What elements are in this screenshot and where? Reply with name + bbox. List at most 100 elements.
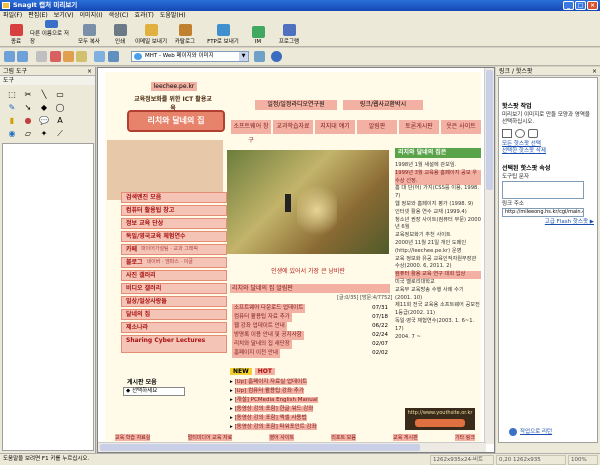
site-tab[interactable]: 알림판	[357, 120, 397, 134]
pencil-icon[interactable]: ✎	[6, 102, 18, 113]
close-icon[interactable]: ×	[592, 67, 597, 76]
select-icon[interactable]: ⬚	[6, 89, 18, 100]
tooltip-input[interactable]	[502, 181, 584, 199]
options-icon[interactable]	[254, 51, 265, 62]
list-item[interactable]: 홈페이지 이전 안내 02/02	[230, 349, 390, 358]
site-menu-item[interactable]: 비디오 갤러리	[121, 283, 227, 294]
site-tab[interactable]: 토론게시판	[399, 120, 439, 134]
close-button[interactable]: ×	[587, 1, 598, 10]
ftp-button[interactable]: FTP로 보내기	[202, 20, 244, 47]
menu-color[interactable]: 색상(C)	[109, 11, 129, 20]
list-item[interactable]: ▸ [동영상 강의 포함] 엑셀 사용법	[230, 414, 390, 423]
help-icon[interactable]	[271, 51, 282, 62]
exit-button[interactable]: 종료	[2, 20, 30, 47]
site-menu-item[interactable]: 일상/일상사랑들	[121, 296, 227, 307]
program-button[interactable]: 프로그램	[272, 20, 306, 47]
site-logo[interactable]: 리치와 달네의 집	[127, 110, 225, 132]
site-menu-item[interactable]: 컴퓨터 활용팁 창고	[121, 205, 227, 216]
list-item[interactable]: 리치와 달네의 집 새단장 02/07	[230, 340, 390, 349]
site-menu-item[interactable]: 정보 교육 단상	[121, 218, 227, 229]
menu-effects[interactable]: 효과(T)	[134, 11, 153, 20]
list-item[interactable]: ▸ [동영상 강의 포함] 한글 워드 강좌	[230, 405, 390, 414]
site-menu-item[interactable]: 사진 갤러리	[121, 270, 227, 281]
undo-icon[interactable]	[36, 51, 47, 62]
zoom-out-icon[interactable]	[17, 51, 28, 62]
close-icon[interactable]: ×	[87, 67, 92, 76]
menu-image[interactable]: 이미지(I)	[80, 11, 103, 20]
youthsite-banner[interactable]: http://www.youthsite.or.kr	[405, 408, 475, 430]
advanced-flash-link[interactable]: 고급 Flash 핫스팟 ▶	[502, 219, 594, 226]
eraser-icon[interactable]: ▱	[22, 128, 34, 139]
horizontal-scrollbar[interactable]	[98, 442, 486, 452]
crop-icon[interactable]: ✂	[22, 89, 34, 100]
site-tab[interactable]: 교과학습자료	[273, 120, 313, 134]
line-icon[interactable]: ╲	[38, 89, 50, 100]
menu-view[interactable]: 보기(V)	[54, 11, 74, 20]
eyedropper-icon[interactable]: ⟋	[54, 128, 66, 139]
site-menu-item[interactable]: 블로그 네이버 · 엠파스 · 이글	[121, 257, 227, 268]
maximize-button[interactable]: □	[575, 1, 586, 10]
site-menu-item[interactable]: 독일/영국교육 체험연수	[121, 231, 227, 242]
cut-icon[interactable]	[50, 51, 61, 62]
site-tab[interactable]: 웃은 사이트	[441, 120, 481, 134]
board-select[interactable]: ◆ 선택하세요	[123, 387, 185, 396]
list-item[interactable]: ▸ [동영상 강의 포함] 파워포인트 강좌	[230, 423, 390, 432]
callout-icon[interactable]: 💬	[38, 115, 50, 126]
select-all-hotspots-link[interactable]: 모든 핫스팟 선택	[502, 141, 594, 148]
delete-hotspot-link[interactable]: 선택한 핫스팟 삭제	[502, 148, 594, 155]
return-to-tasks[interactable]: 작업으로 리턴	[509, 428, 552, 436]
email-button[interactable]: 이메일 보내기	[134, 20, 168, 47]
list-item[interactable]: 방명록 이용 안내 및 공지사항 02/24	[230, 331, 390, 340]
new-tab[interactable]: NEW	[230, 368, 252, 375]
menu-file[interactable]: 파일(F)	[3, 11, 22, 20]
rectangle-icon[interactable]	[502, 129, 512, 138]
ellipse-icon[interactable]: ◯	[54, 102, 66, 113]
stamp-icon[interactable]: ●	[22, 115, 34, 126]
catalog-button[interactable]: 카탈로그	[168, 20, 202, 47]
site-menu-item[interactable]: 달네의 집	[121, 309, 227, 320]
highlighter-icon[interactable]: ▮	[6, 115, 18, 126]
copy-all-button[interactable]: 모두 복사	[72, 20, 106, 47]
site-url-label[interactable]: leechee.pe.kr	[151, 82, 197, 91]
site-tab[interactable]: 지지대 얘기	[315, 120, 355, 134]
print-button[interactable]: 인쇄	[106, 20, 134, 47]
save-as-button[interactable]: 다른 이름으로 저장	[30, 20, 72, 47]
im-button[interactable]: IM	[244, 20, 272, 47]
save-icon[interactable]	[108, 51, 119, 62]
list-item[interactable]: ▸ [Up] 홈페이지 자료실 업데이트	[230, 378, 390, 387]
link-input[interactable]: http://mileeong.hs.kr/cgi/main.cgi?bl	[502, 208, 584, 217]
zoom-in-icon[interactable]	[4, 51, 15, 62]
canvas-area[interactable]: leechee.pe.kr 교육정보화를 위한 ICT 활용교육 리치와 달네의…	[97, 67, 495, 453]
list-item[interactable]: 컴퓨터 활용팁 자료 추가 07/18	[230, 313, 390, 322]
shape-icon[interactable]: ◆	[38, 102, 50, 113]
site-menu-item[interactable]: 카페 파이어가설팀 · 교과 그래픽	[121, 244, 227, 255]
scrollbar-thumb[interactable]	[486, 70, 493, 190]
site-tab[interactable]: 소프트웨어 창구	[231, 120, 271, 144]
hot-tab[interactable]: HOT	[254, 368, 275, 375]
polygon-icon[interactable]	[528, 129, 538, 138]
site-menu-item[interactable]: 검색엔진 모음	[121, 192, 227, 203]
magic-wand-icon[interactable]: ✦	[38, 128, 50, 139]
ellipse-icon[interactable]	[515, 129, 525, 138]
list-item[interactable]: 소프트웨어 다운로드 업데이트 07/31	[230, 304, 390, 313]
minimize-button[interactable]: _	[563, 1, 574, 10]
paste-icon[interactable]	[76, 51, 87, 62]
list-item[interactable]: ▸ [Up] 컴퓨터 활용팁 강좌 추가	[230, 387, 390, 396]
rectangle-icon[interactable]: ▭	[54, 89, 66, 100]
window-icon[interactable]	[94, 51, 105, 62]
list-item[interactable]: ▸ [개설] PCMedia English Manual	[230, 396, 390, 405]
site-nav-1[interactable]: 일정/일정라디오연구원	[255, 100, 337, 110]
arrow-icon[interactable]: ➘	[22, 102, 34, 113]
site-menu-item[interactable]: 제소나라	[121, 322, 227, 333]
menu-edit[interactable]: 편집(E)	[28, 11, 48, 20]
site-nav-2[interactable]: 링크/웹사교환박시	[343, 100, 423, 110]
menu-help[interactable]: 도움말(H)	[160, 11, 186, 20]
site-menu-item[interactable]: Sharing Cyber Lectures	[121, 335, 227, 353]
text-icon[interactable]: A	[54, 115, 66, 126]
list-item[interactable]: 웹 강좌 업데이트 안내 06/22	[230, 322, 390, 331]
format-select[interactable]: MHT - Web 페이지와 이미지 ▼	[131, 51, 249, 62]
vertical-scrollbar[interactable]	[484, 68, 494, 444]
scrollbar-thumb[interactable]	[100, 444, 420, 451]
copy-icon[interactable]	[63, 51, 74, 62]
fill-icon[interactable]: ◉	[6, 128, 18, 139]
